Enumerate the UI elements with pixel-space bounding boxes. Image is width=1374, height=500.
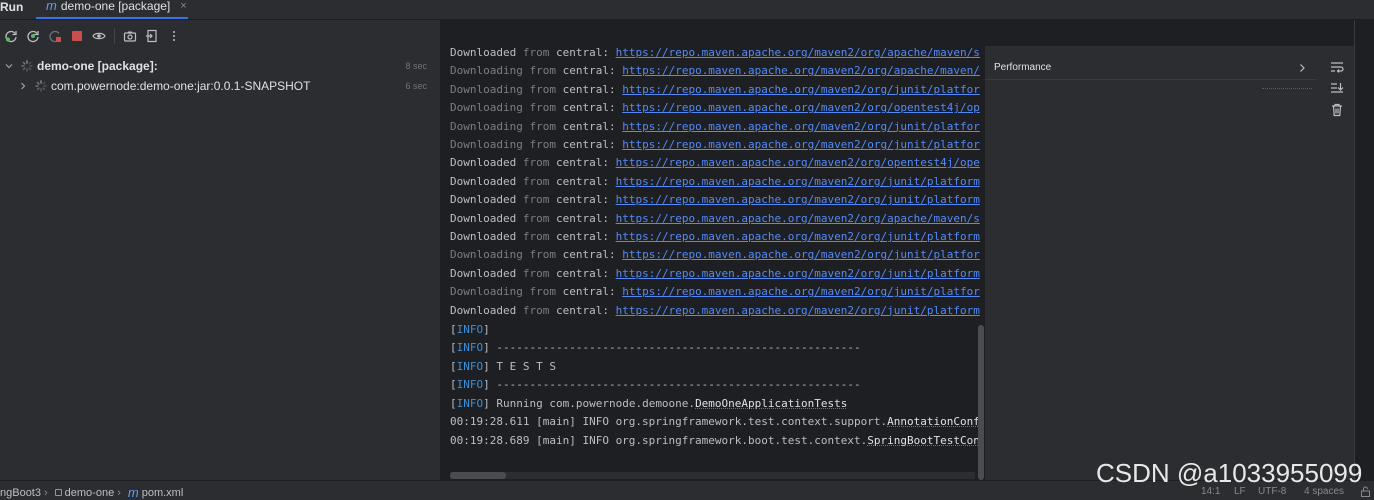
more-icon [173, 31, 175, 41]
download-url-link[interactable]: https://repo.maven.apache.org/maven2/org… [616, 193, 980, 206]
console-download-line: Downloaded from central: https://repo.ma… [450, 193, 980, 207]
module-icon [54, 489, 62, 496]
right-panel [985, 46, 1354, 480]
elapsed-time: 8 sec [405, 61, 427, 71]
breadcrumb: ngBoot3 › demo-one › m pom.xml [0, 485, 183, 500]
scroll-to-end-icon[interactable] [1329, 80, 1345, 96]
download-url-link[interactable]: https://repo.maven.apache.org/maven2/org… [616, 175, 980, 188]
class-link[interactable]: AnnotationConf [887, 415, 980, 428]
stop-and-rerun-icon [49, 30, 61, 43]
download-url-link[interactable]: https://repo.maven.apache.org/maven2/org… [622, 64, 980, 77]
console-download-line: Downloading from central: https://repo.m… [450, 82, 980, 96]
performance-label: Performance [994, 62, 1052, 73]
performance-row[interactable]: Performance [985, 56, 1317, 80]
stop-and-rerun-button[interactable] [44, 25, 66, 47]
console-download-line: Downloaded from central: https://repo.ma… [450, 46, 980, 59]
chevron-right-icon: › [43, 486, 48, 499]
download-url-link[interactable]: https://repo.maven.apache.org/maven2/org… [622, 83, 980, 96]
console-download-line: Downloading from central: https://repo.m… [450, 138, 980, 151]
console-info-line: [INFO] ---------------------------------… [450, 378, 861, 391]
download-url-link[interactable]: https://repo.maven.apache.org/maven2/org… [622, 138, 980, 151]
soft-wrap-icon[interactable] [1329, 59, 1345, 75]
console-download-line: Downloading from central: https://repo.m… [450, 101, 980, 115]
rerun-button[interactable] [0, 25, 22, 47]
download-url-link[interactable]: https://repo.maven.apache.org/maven2/org… [616, 46, 980, 59]
active-tab-indicator [36, 17, 188, 19]
console-download-line: Downloading from central: https://repo.m… [450, 64, 980, 78]
stop-button[interactable] [66, 25, 88, 47]
console-download-line: Downloading from central: https://repo.m… [450, 248, 980, 262]
build-tree: demo-one [package]: 8 sec com.powernode:… [0, 52, 440, 480]
maven-m-icon: m [46, 0, 57, 13]
download-url-link[interactable]: https://repo.maven.apache.org/maven2/org… [622, 248, 980, 261]
console-info-line: [INFO] T E S T S [450, 360, 556, 373]
breadcrumb-item[interactable]: demo-one [65, 487, 115, 499]
exit-button[interactable] [141, 25, 163, 47]
console-download-line: Downloading from central: https://repo.m… [450, 285, 980, 299]
run-toolbar [0, 20, 440, 52]
camera-icon [123, 31, 137, 42]
breadcrumb-item[interactable]: pom.xml [142, 487, 184, 499]
class-link[interactable]: DemoOneApplicationTests [695, 397, 847, 410]
maven-m-icon: m [127, 485, 139, 500]
tree-item-jar[interactable]: com.powernode:demo-one:jar:0.0.1-SNAPSHO… [0, 76, 440, 96]
console-download-line: Downloaded from central: https://repo.ma… [450, 230, 980, 243]
console-download-line: Downloaded from central: https://repo.ma… [450, 266, 980, 280]
download-url-link[interactable]: https://repo.maven.apache.org/maven2/org… [622, 120, 980, 133]
chevron-right-icon [1300, 64, 1305, 72]
toolbar-separator [114, 28, 115, 44]
console-info-line: [INFO] Running com.powernode.demoone.Dem… [450, 397, 848, 410]
download-url-link[interactable]: https://repo.maven.apache.org/maven2/org… [616, 304, 980, 317]
tool-window-header: Run m demo-one [package] × [0, 0, 1374, 20]
panel-divider [1354, 20, 1355, 480]
console-log-line: 00:19:28.689 [main] INFO org.springframe… [450, 434, 980, 447]
console-horizontal-scrollbar-track [450, 472, 975, 479]
console-output[interactable]: Downloaded from central: https://repo.ma… [440, 46, 985, 480]
breadcrumb-item[interactable]: ngBoot3 [0, 487, 41, 499]
console-info-line: [INFO] ---------------------------------… [450, 341, 861, 354]
rerun-icon [5, 30, 17, 43]
dump-threads-button[interactable] [119, 25, 141, 47]
download-url-link[interactable]: https://repo.maven.apache.org/maven2/org… [616, 267, 980, 280]
chevron-right-icon [21, 82, 26, 90]
chevron-right-icon: › [117, 486, 121, 499]
tree-item-demo-one[interactable]: demo-one [package]: 8 sec [0, 56, 440, 76]
eye-icon [92, 32, 106, 40]
console-info-line: [INFO] [450, 323, 490, 336]
download-url-link[interactable]: https://repo.maven.apache.org/maven2/org… [622, 285, 980, 298]
console-download-line: Downloaded from central: https://repo.ma… [450, 174, 980, 188]
console-horizontal-scrollbar[interactable] [450, 472, 506, 479]
class-link[interactable]: SpringBootTestCon [867, 434, 980, 447]
run-tool-window-title: Run [0, 0, 24, 14]
exit-icon [146, 29, 157, 43]
console-download-line: Downloading from central: https://repo.m… [450, 119, 980, 133]
stop-icon [72, 31, 82, 41]
divider [1262, 88, 1312, 91]
chevron-down-icon [5, 64, 13, 69]
tree-item-label: demo-one [package]: [37, 59, 158, 73]
trash-icon[interactable] [1329, 102, 1345, 118]
close-icon[interactable]: × [180, 0, 186, 12]
elapsed-time: 6 sec [405, 81, 427, 91]
show-button[interactable] [88, 25, 110, 47]
download-url-link[interactable]: https://repo.maven.apache.org/maven2/org… [622, 101, 980, 114]
tree-item-label: com.powernode:demo-one:jar:0.0.1-SNAPSHO… [51, 79, 311, 93]
console-download-line: Downloaded from central: https://repo.ma… [450, 156, 980, 170]
rerun-failed-icon [27, 30, 39, 43]
watermark: CSDN @a1033955099 [1096, 458, 1363, 488]
spinner-icon [35, 80, 47, 92]
console-log-line: 00:19:28.611 [main] INFO org.springframe… [450, 415, 980, 428]
rerun-failed-button[interactable] [22, 25, 44, 47]
console-vertical-scrollbar[interactable] [978, 325, 984, 480]
download-url-link[interactable]: https://repo.maven.apache.org/maven2/org… [616, 212, 980, 225]
tab-label: demo-one [package] [60, 0, 171, 13]
spinner-icon [21, 60, 33, 72]
download-url-link[interactable]: https://repo.maven.apache.org/maven2/org… [616, 230, 980, 243]
console-download-line: Downloaded from central: https://repo.ma… [450, 211, 980, 225]
console-download-line: Downloaded from central: https://repo.ma… [450, 303, 980, 317]
more-button[interactable] [163, 25, 185, 47]
download-url-link[interactable]: https://repo.maven.apache.org/maven2/org… [616, 156, 980, 169]
